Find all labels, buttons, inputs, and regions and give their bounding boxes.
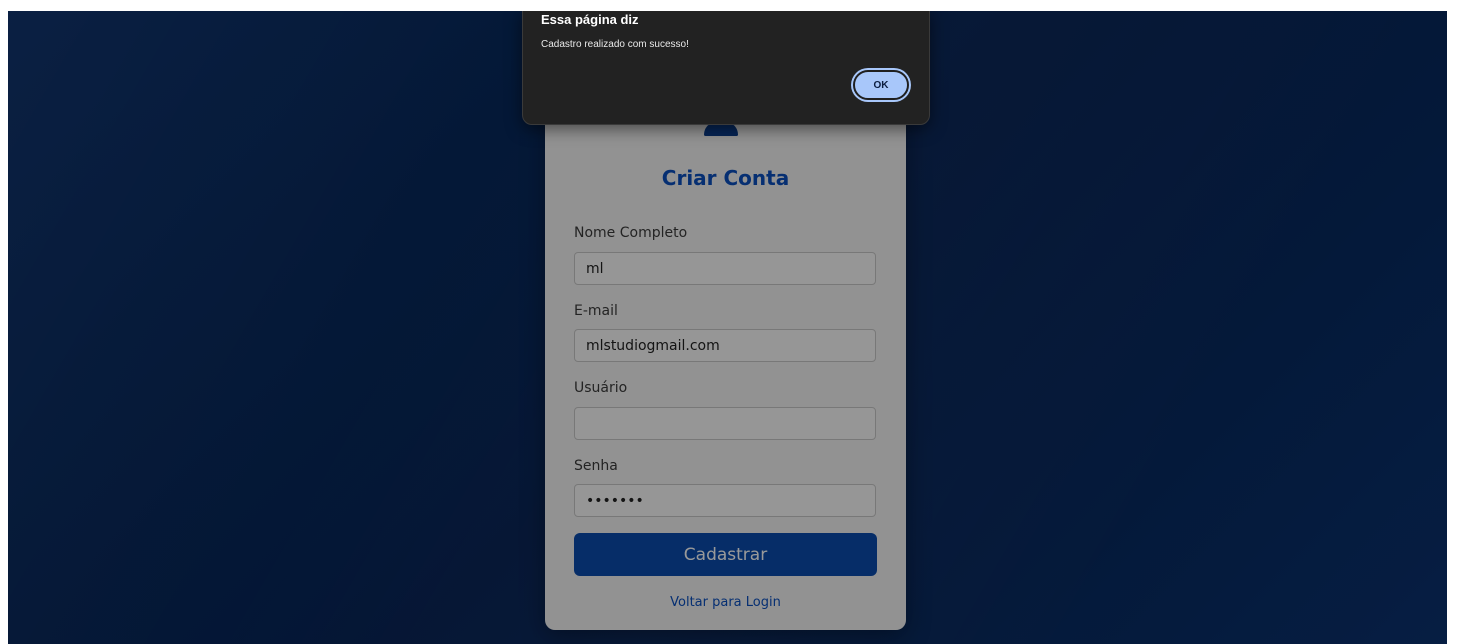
alert-ok-button[interactable]: OK — [853, 70, 909, 100]
page-viewport: Criar Conta Nome Completo E-mail Usuário… — [8, 11, 1447, 644]
alert-dialog: Essa página diz Cadastro realizado com s… — [522, 11, 930, 125]
alert-title: Essa página diz — [541, 12, 639, 27]
alert-message: Cadastro realizado com sucesso! — [541, 39, 689, 50]
